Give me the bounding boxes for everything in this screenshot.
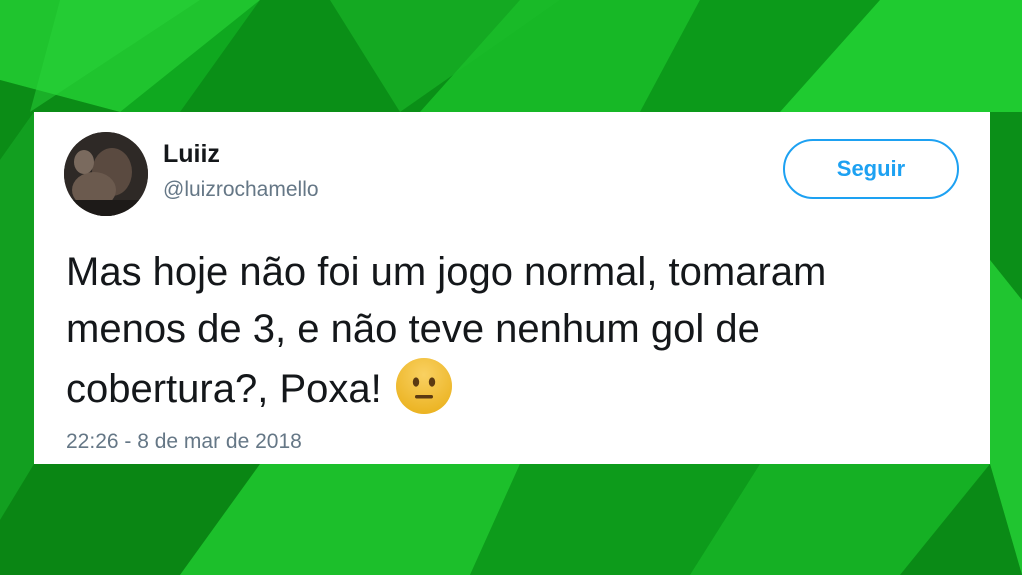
tweet-text-line: Mas hoje não foi um jogo normal, tomaram [66,250,827,294]
follow-button[interactable]: Seguir [783,139,959,199]
tweet-text-line: menos de 3, e não teve nenhum gol de [66,307,760,351]
tweet-text-line-last: cobertura?, Poxa! [66,358,976,418]
display-name[interactable]: Luiiz [163,140,220,169]
avatar-photo-icon [64,132,148,216]
tweet-text: Mas hoje não foi um jogo normal, tomaram… [66,244,976,418]
tweet-card: Luiiz @luizrochamello Seguir Mas hoje nã… [34,112,990,464]
neutral-face-emoji-icon [395,358,452,414]
user-handle[interactable]: @luizrochamello [163,178,319,202]
tweet-timestamp[interactable]: 22:26 - 8 de mar de 2018 [66,430,302,454]
avatar[interactable] [64,132,148,216]
tweet-text-line-content: cobertura?, Poxa! [66,367,382,411]
